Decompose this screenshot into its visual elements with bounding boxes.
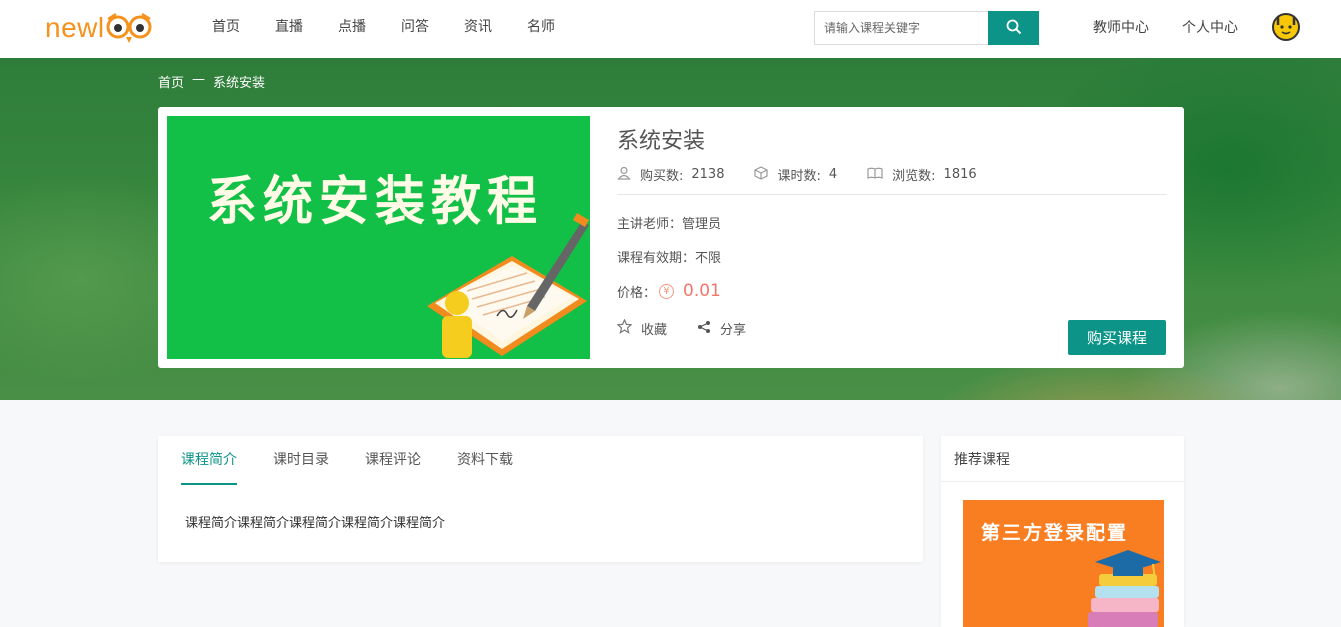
stat-purchases-value: 2138 [691,167,725,182]
smiley-avatar-icon [1276,17,1296,35]
tab-downloads[interactable]: 资料下载 [457,449,513,485]
recommend-panel: 推荐课程 第三方登录配置 [941,436,1184,627]
stat-views: 浏览数: 1816 [867,165,977,184]
breadcrumb-separator: — [192,72,206,87]
course-detail-panel: 课程简介 课时目录 课程评论 资料下载 课程简介课程简介课程简介课程简介课程简介 [158,436,923,562]
search-icon [1006,19,1022,38]
breadcrumb-home[interactable]: 首页 [158,72,184,91]
site-logo[interactable]: newl [45,8,158,48]
course-price: 价格： ¥ 0.01 [617,281,721,301]
search-input[interactable] [814,11,989,45]
star-icon [616,318,641,338]
buy-course-button[interactable]: 购买课程 [1068,320,1166,355]
course-tabs: 课程简介 课时目录 课程评论 资料下载 [181,449,549,485]
recommend-card-title: 第三方登录配置 [981,522,1129,544]
stat-views-label: 浏览数: [892,169,936,184]
share-label: 分享 [720,323,747,338]
user-icon [617,166,640,184]
course-validity: 课程有效期：不限 [617,251,722,266]
price-value: 0.01 [683,281,721,301]
nav-item-teachers[interactable]: 名师 [527,16,590,36]
owl-eyes-logo-icon [106,11,158,45]
stat-purchases-label: 购买数: [640,169,684,184]
recommend-course-card[interactable]: 第三方登录配置 [963,500,1164,627]
nav-item-home[interactable]: 首页 [212,16,275,36]
yen-icon: ¥ [659,283,675,299]
share-button[interactable]: 分享 [697,319,746,338]
stat-views-value: 1816 [943,167,977,182]
personal-center-link[interactable]: 个人中心 [1182,17,1238,37]
course-card: 系统安装教程 系统安装 购买数: 2138 课时数: 4 浏览数: 1816 主… [158,107,1184,368]
avatar[interactable] [1272,13,1300,41]
stat-purchases: 购买数: 2138 [617,165,724,184]
favorite-button[interactable]: 收藏 [616,318,668,338]
breadcrumb: 首页 — 系统安装 [158,72,265,91]
breadcrumb-current: 系统安装 [213,76,266,91]
stat-lessons-label: 课时数: [777,169,821,184]
tab-content-text: 课程简介课程简介课程简介课程简介课程简介 [185,516,446,531]
course-stats: 购买数: 2138 课时数: 4 浏览数: 1816 [617,165,1007,184]
nav-item-qa[interactable]: 问答 [401,16,464,36]
logo-text: newl [45,12,105,43]
main-nav: 首页 直播 点播 问答 资讯 名师 [212,16,590,36]
cube-icon [754,165,777,184]
graduation-books-icon [1088,550,1161,627]
tab-reviews[interactable]: 课程评论 [365,449,421,485]
teacher-center-link[interactable]: 教师中心 [1093,17,1149,37]
price-label: 价格： [617,285,657,301]
nav-item-live[interactable]: 直播 [275,16,338,36]
share-icon [697,320,720,338]
course-title: 系统安装 [617,129,706,154]
search-button[interactable] [988,11,1039,45]
recommend-title: 推荐课程 [941,436,1184,482]
search-box [814,11,1039,45]
book-icon [867,166,892,184]
nav-item-news[interactable]: 资讯 [464,16,527,36]
course-cover-image: 系统安装教程 [167,116,590,359]
tab-catalog[interactable]: 课时目录 [273,449,329,485]
divider [617,194,1167,195]
course-teacher: 主讲老师：管理员 [617,217,722,232]
document-pen-illustration-icon [427,213,589,358]
nav-item-vod[interactable]: 点播 [338,16,401,36]
favorite-label: 收藏 [641,323,668,338]
tab-intro[interactable]: 课程简介 [181,449,237,485]
course-actions: 收藏 分享 [616,318,776,338]
stat-lessons: 课时数: 4 [754,165,837,184]
top-header: newl 首页 直播 点播 问答 资讯 名师 教师中心 个人中心 [0,0,1341,58]
stat-lessons-value: 4 [828,167,838,182]
